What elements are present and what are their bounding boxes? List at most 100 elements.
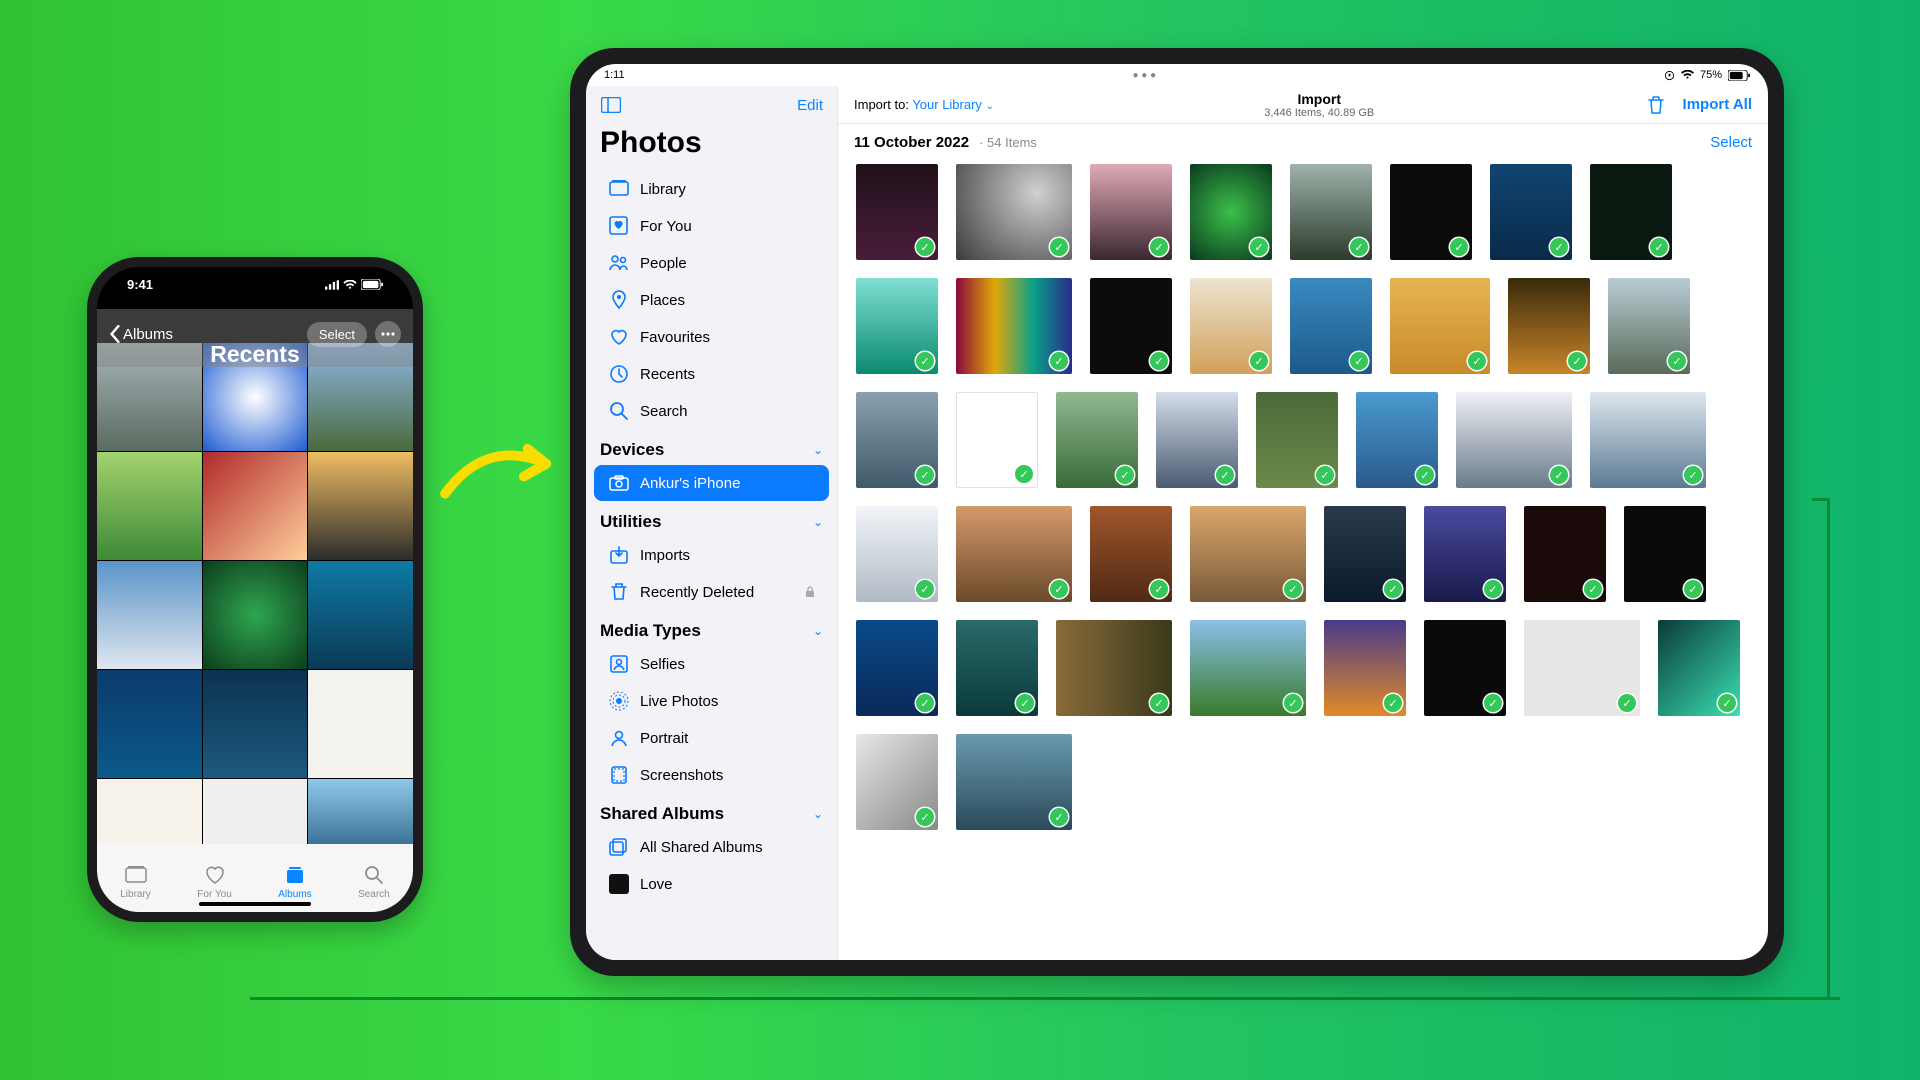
- photo-thumbnail[interactable]: [308, 452, 413, 560]
- photo-thumbnail[interactable]: [97, 561, 202, 669]
- imported-check-icon: ✓: [1484, 694, 1502, 712]
- import-thumbnail[interactable]: ✓: [1356, 392, 1438, 488]
- import-thumbnail[interactable]: ✓: [1090, 506, 1172, 602]
- favourites-icon: [608, 326, 630, 348]
- sidebar-item-places[interactable]: Places: [594, 282, 829, 318]
- import-thumbnail[interactable]: ✓: [1290, 278, 1372, 374]
- import-thumbnail[interactable]: ✓: [1156, 392, 1238, 488]
- import-thumbnail[interactable]: ✓: [1190, 278, 1272, 374]
- photo-thumbnail[interactable]: [308, 670, 413, 778]
- import-thumbnail[interactable]: ✓: [856, 278, 938, 374]
- imported-check-icon: ✓: [1718, 694, 1736, 712]
- import-thumbnail[interactable]: ✓: [956, 506, 1072, 602]
- sidebar-item-for-you[interactable]: For You: [594, 208, 829, 244]
- photo-thumbnail[interactable]: [308, 561, 413, 669]
- import-thumbnail[interactable]: ✓: [956, 392, 1038, 488]
- import-thumbnail[interactable]: ✓: [1424, 620, 1506, 716]
- import-thumbnail[interactable]: ✓: [956, 620, 1038, 716]
- sidebar-item-library[interactable]: Library: [594, 171, 829, 207]
- import-thumbnail[interactable]: ✓: [1056, 392, 1138, 488]
- sidebar-item-screenshots[interactable]: Screenshots: [594, 757, 829, 793]
- photo-thumbnail[interactable]: [97, 670, 202, 778]
- import-thumbnail[interactable]: ✓: [1390, 164, 1472, 260]
- edit-button[interactable]: Edit: [797, 97, 823, 114]
- import-thumbnail[interactable]: ✓: [856, 734, 938, 830]
- import-thumbnail[interactable]: ✓: [1290, 164, 1372, 260]
- sidebar-item-live-photos[interactable]: Live Photos: [594, 683, 829, 719]
- iphone-photo-grid[interactable]: [97, 343, 413, 850]
- import-thumbnail[interactable]: ✓: [1624, 506, 1706, 602]
- sidebar-item-selfies[interactable]: Selfies: [594, 646, 829, 682]
- tab-library[interactable]: Library: [120, 863, 151, 900]
- import-thumbnail[interactable]: ✓: [1324, 506, 1406, 602]
- section-shared-albums[interactable]: Shared Albums⌄: [586, 794, 837, 828]
- import-thumbnail[interactable]: ✓: [1390, 278, 1490, 374]
- imported-check-icon: ✓: [1550, 466, 1568, 484]
- import-thumbnail[interactable]: ✓: [856, 506, 938, 602]
- iphone-device: 9:41 Albums Select Recents: [87, 257, 423, 922]
- import-thumbnail[interactable]: ✓: [1456, 392, 1572, 488]
- photo-thumbnail[interactable]: [203, 561, 308, 669]
- import-thumbnail[interactable]: ✓: [1090, 278, 1172, 374]
- import-thumbnail[interactable]: ✓: [1090, 164, 1172, 260]
- sidebar-item-device-iphone[interactable]: Ankur's iPhone: [594, 465, 829, 501]
- import-thumbnail[interactable]: ✓: [1256, 392, 1338, 488]
- sidebar-item-recently-deleted[interactable]: Recently Deleted: [594, 574, 829, 610]
- people-icon: [608, 252, 630, 274]
- tab-albums[interactable]: Albums: [278, 863, 311, 900]
- tab-for-you[interactable]: For You: [197, 863, 231, 900]
- photo-thumbnail[interactable]: [203, 452, 308, 560]
- toggle-sidebar-button[interactable]: [600, 94, 622, 116]
- foryou-icon: [608, 215, 630, 237]
- import-thumbnail[interactable]: ✓: [956, 734, 1072, 830]
- sidebar-item-imports[interactable]: Imports: [594, 537, 829, 573]
- import-all-button[interactable]: Import All: [1683, 96, 1752, 113]
- import-thumbnail[interactable]: ✓: [1590, 392, 1706, 488]
- library-icon: [125, 865, 147, 885]
- import-thumbnail[interactable]: ✓: [1324, 620, 1406, 716]
- photo-thumbnail[interactable]: [203, 670, 308, 778]
- import-thumbnail[interactable]: ✓: [1056, 620, 1172, 716]
- import-thumbnail[interactable]: ✓: [1590, 164, 1672, 260]
- tab-search[interactable]: Search: [358, 863, 390, 900]
- live-icon: [608, 690, 630, 712]
- sidebar-item-people[interactable]: People: [594, 245, 829, 281]
- import-thumbnail[interactable]: ✓: [1490, 164, 1572, 260]
- import-thumbnail[interactable]: ✓: [1508, 278, 1590, 374]
- multitask-dots[interactable]: ● ● ●: [1132, 70, 1156, 81]
- sidebar-item-favourites[interactable]: Favourites: [594, 319, 829, 355]
- photo-thumbnail[interactable]: [308, 779, 413, 850]
- import-thumbnail[interactable]: ✓: [1190, 164, 1272, 260]
- import-thumbnail[interactable]: ✓: [1190, 506, 1306, 602]
- import-thumbnail[interactable]: ✓: [1524, 620, 1640, 716]
- iphone-status-bar: 9:41: [97, 277, 413, 292]
- import-to-selector[interactable]: Import to: Your Library ⌄: [854, 97, 994, 112]
- sidebar-item-all-shared-albums[interactable]: All Shared Albums: [594, 829, 829, 865]
- section-media-types[interactable]: Media Types⌄: [586, 611, 837, 645]
- import-thumbnail[interactable]: ✓: [1524, 506, 1606, 602]
- import-thumbnail[interactable]: ✓: [1424, 506, 1506, 602]
- sidebar-item-portrait[interactable]: Portrait: [594, 720, 829, 756]
- imported-check-icon: ✓: [1216, 466, 1234, 484]
- import-thumbnail[interactable]: ✓: [856, 392, 938, 488]
- imported-check-icon: ✓: [1284, 580, 1302, 598]
- import-thumbnail[interactable]: ✓: [1658, 620, 1740, 716]
- import-thumbnail[interactable]: ✓: [1608, 278, 1690, 374]
- sidebar-item-search[interactable]: Search: [594, 393, 829, 429]
- import-thumbnail[interactable]: ✓: [856, 164, 938, 260]
- imported-check-icon: ✓: [1116, 466, 1134, 484]
- sidebar-item-love[interactable]: Love: [594, 866, 829, 902]
- photo-thumbnail[interactable]: [203, 779, 308, 850]
- photo-thumbnail[interactable]: [97, 452, 202, 560]
- sidebar-item-recents[interactable]: Recents: [594, 356, 829, 392]
- import-thumbnail[interactable]: ✓: [856, 620, 938, 716]
- section-utilities[interactable]: Utilities⌄: [586, 502, 837, 536]
- photo-thumbnail[interactable]: [97, 779, 202, 850]
- camera-import-icon: [609, 475, 629, 491]
- import-thumbnail[interactable]: ✓: [956, 164, 1072, 260]
- delete-button[interactable]: [1645, 94, 1667, 116]
- select-button[interactable]: Select: [1710, 134, 1752, 151]
- import-thumbnail[interactable]: ✓: [956, 278, 1072, 374]
- import-thumbnail[interactable]: ✓: [1190, 620, 1306, 716]
- section-devices[interactable]: Devices⌄: [586, 430, 837, 464]
